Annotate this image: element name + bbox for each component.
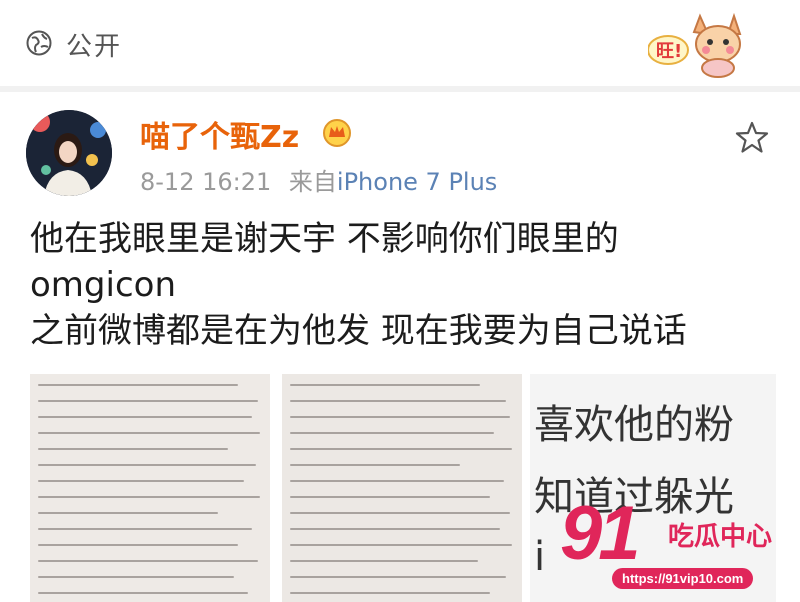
divider [0,86,800,92]
privacy-label[interactable]: 公开 [66,26,122,63]
post-text-line: 他在我眼里是谢天宇 不影响你们眼里的 [30,219,619,259]
watermark-name: 吃瓜中心 [668,522,773,552]
post-text: 他在我眼里是谢天宇 不影响你们眼里的 omgicon 之前微博都是在为他发 现在… [30,216,770,354]
post-meta: 8-12 16:21 来自iPhone 7 Plus [140,162,497,197]
top-bar: 公开 旺! [0,0,800,84]
globe-icon [26,30,52,56]
site-watermark: 91 吃瓜中心 https://91vip10.com [560,490,800,602]
author-name[interactable]: 喵了个甄Zz [140,112,299,156]
image-text-line: i [534,534,546,580]
vip-crown-icon [323,119,351,147]
post-timestamp: 8-12 16:21 [140,168,272,196]
watermark-url: https://91vip10.com [612,568,754,589]
sticker-text: 旺! [656,41,682,62]
post-text-line: 之前微博都是在为他发 现在我要为自己说话 [30,311,687,351]
avatar[interactable] [26,110,112,196]
favorite-star-icon[interactable] [734,120,770,156]
source-device[interactable]: iPhone 7 Plus [337,168,497,196]
image-text-line: 喜欢他的粉 [534,402,734,448]
post-text-line: omgicon [30,265,176,305]
source-prefix: 来自 [288,168,337,196]
watermark-number: 91 [560,491,641,576]
post-image-1[interactable] [30,374,270,602]
post-image-2[interactable] [282,374,522,602]
fox-sticker: 旺! [647,10,744,78]
